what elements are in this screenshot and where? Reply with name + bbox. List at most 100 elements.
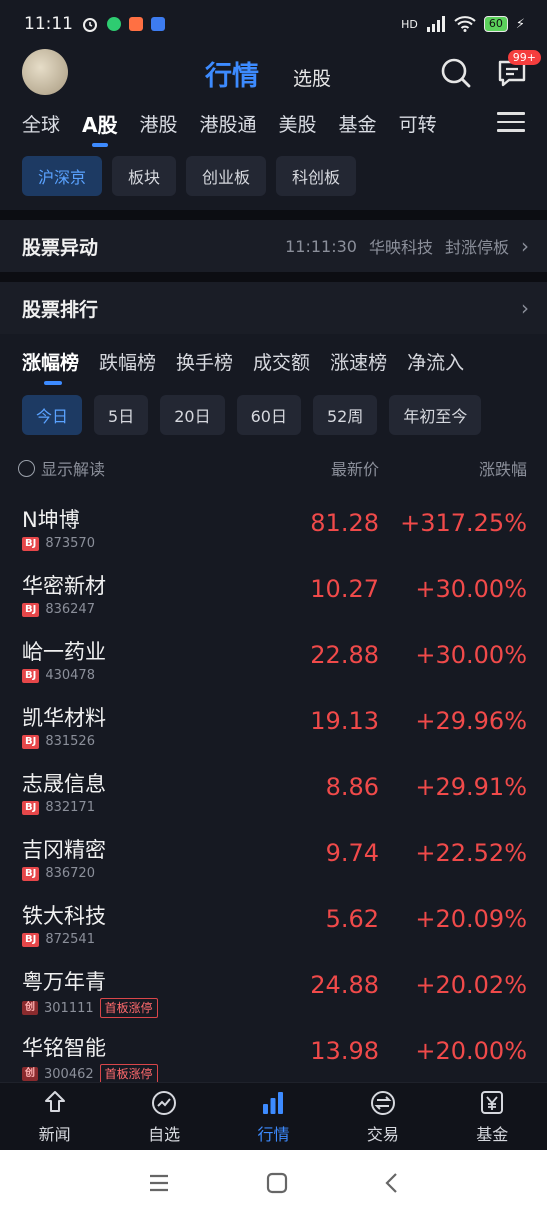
nav-watchlist-label: 自选 bbox=[148, 1124, 181, 1144]
show-interpretation-label[interactable]: 显示解读 bbox=[41, 456, 105, 480]
table-row[interactable]: 志晟信息 BJ 832171 8.86 +29.91% bbox=[0, 758, 547, 824]
stock-change: +29.91% bbox=[415, 773, 527, 801]
stock-change: +317.25% bbox=[400, 509, 527, 537]
stock-name: 华铭智能 bbox=[22, 1036, 106, 1060]
status-right: HD 60 ⚡ bbox=[401, 16, 525, 32]
nav-watchlist[interactable]: 自选 bbox=[124, 1089, 204, 1145]
table-row[interactable]: N坤博 BJ 873570 81.28 +317.25% bbox=[0, 494, 547, 560]
stock-price: 13.98 bbox=[310, 1037, 379, 1065]
exchange-badge: BJ bbox=[22, 536, 40, 551]
nav-trade[interactable]: 交易 bbox=[343, 1089, 423, 1145]
list-header: 显示解读 最新价 涨跌幅 bbox=[0, 442, 547, 494]
stock-code-line: BJ 873570 bbox=[22, 536, 95, 551]
alarm-icon bbox=[83, 18, 97, 32]
tabs-fade bbox=[447, 98, 487, 148]
stock-ranking-row[interactable]: 股票排行 › bbox=[0, 282, 547, 334]
status-time: 11:11 bbox=[24, 14, 73, 34]
rank-tab-gainers[interactable]: 涨幅榜 bbox=[22, 348, 79, 385]
nav-news-label: 新闻 bbox=[38, 1124, 71, 1144]
exchange-badge: BJ bbox=[22, 932, 40, 947]
column-change-pct[interactable]: 涨跌幅 bbox=[479, 456, 527, 480]
market-tab-global[interactable]: 全球 bbox=[22, 110, 60, 137]
wifi-icon bbox=[454, 16, 476, 32]
exchange-badge: 创 bbox=[22, 1067, 38, 1081]
period-52w[interactable]: 52周 bbox=[312, 395, 378, 435]
stock-code-line: 创 301111 首板涨停 bbox=[22, 998, 158, 1018]
table-row[interactable]: 粤万年青 创 301111 首板涨停 24.88 +20.02% bbox=[0, 956, 547, 1022]
table-row[interactable]: 铁大科技 BJ 872541 5.62 +20.09% bbox=[0, 890, 547, 956]
table-row[interactable]: 华密新材 BJ 836247 10.27 +30.00% bbox=[0, 560, 547, 626]
message-badge: 99+ bbox=[507, 50, 541, 65]
period-60d[interactable]: 60日 bbox=[236, 395, 301, 435]
avatar[interactable] bbox=[22, 49, 68, 95]
market-tab-us[interactable]: 美股 bbox=[279, 110, 317, 137]
stock-code-line: BJ 836247 bbox=[22, 602, 95, 617]
search-icon[interactable] bbox=[439, 56, 473, 90]
table-row[interactable]: 华铭智能 创 300462 首板涨停 13.98 +20.00% bbox=[0, 1022, 547, 1088]
market-tab-hk[interactable]: 港股 bbox=[140, 110, 178, 137]
stock-name: 铁大科技 bbox=[22, 904, 106, 928]
sub-tab-sector[interactable]: 板块 bbox=[112, 156, 177, 196]
limit-up-tag: 首板涨停 bbox=[99, 998, 158, 1018]
period-ytd[interactable]: 年初至今 bbox=[389, 395, 482, 435]
sub-tab-star[interactable]: 科创板 bbox=[276, 156, 357, 196]
period-today[interactable]: 今日 bbox=[22, 395, 83, 435]
anomaly-stock: 华映科技 bbox=[368, 238, 433, 257]
trend-icon bbox=[152, 1090, 177, 1115]
stock-code: 301111 bbox=[44, 1000, 94, 1016]
shield-app-icon bbox=[107, 17, 121, 31]
stock-name: 志晟信息 bbox=[22, 772, 106, 796]
nav-market-label: 行情 bbox=[257, 1124, 290, 1144]
rank-tabs: 涨幅榜 跌幅榜 换手榜 成交额 涨速榜 净流入 bbox=[0, 334, 547, 388]
market-tab-a-share[interactable]: A股 bbox=[82, 109, 118, 147]
back-nav-icon[interactable] bbox=[384, 1172, 400, 1194]
home-nav-icon[interactable] bbox=[266, 1172, 288, 1194]
period-20d[interactable]: 20日 bbox=[160, 395, 225, 435]
column-latest-price[interactable]: 最新价 bbox=[331, 456, 379, 480]
table-row[interactable]: 凯华材料 BJ 831526 19.13 +29.96% bbox=[0, 692, 547, 758]
yuan-icon bbox=[481, 1090, 504, 1114]
menu-nav-icon[interactable] bbox=[148, 1173, 170, 1193]
stock-name: 华密新材 bbox=[22, 574, 106, 598]
stock-code: 836247 bbox=[45, 602, 95, 617]
tab-stock-picker[interactable]: 选股 bbox=[293, 64, 331, 91]
stock-name: N坤博 bbox=[22, 508, 80, 532]
rank-tab-inflow[interactable]: 净流入 bbox=[407, 348, 464, 375]
nav-news[interactable]: 新闻 bbox=[15, 1089, 95, 1145]
battery-level: 60 bbox=[483, 16, 508, 32]
rank-tab-volume[interactable]: 成交额 bbox=[253, 348, 310, 375]
stock-code-line: BJ 872541 bbox=[22, 932, 95, 947]
stock-change: +30.00% bbox=[415, 575, 527, 603]
table-row[interactable]: 吉冈精密 BJ 836720 9.74 +22.52% bbox=[0, 824, 547, 890]
system-nav-bar bbox=[0, 1150, 547, 1216]
news-icon bbox=[44, 1090, 65, 1112]
sub-tab-sh-sz-bj[interactable]: 沪深京 bbox=[22, 156, 103, 196]
top-tabs: 行情 选股 bbox=[205, 54, 331, 93]
rank-tab-speed[interactable]: 涨速榜 bbox=[330, 348, 387, 375]
stock-code: 832171 bbox=[45, 800, 95, 815]
menu-icon[interactable] bbox=[497, 112, 525, 134]
market-tab-convertible[interactable]: 可转 bbox=[399, 110, 437, 137]
period-5d[interactable]: 5日 bbox=[94, 395, 149, 435]
stock-price: 19.13 bbox=[310, 707, 379, 735]
stock-anomaly-row[interactable]: 股票异动 11:11:30 华映科技 封涨停板 › bbox=[0, 220, 547, 272]
message-button[interactable]: 99+ bbox=[495, 50, 541, 90]
table-row[interactable]: 峆一药业 BJ 430478 22.88 +30.00% bbox=[0, 626, 547, 692]
tab-market[interactable]: 行情 bbox=[205, 54, 259, 93]
nav-fund[interactable]: 基金 bbox=[452, 1089, 532, 1145]
period-tabs: 今日 5日 20日 60日 52周 年初至今 bbox=[0, 388, 547, 442]
top-bar: 行情 选股 99+ bbox=[0, 48, 547, 98]
sub-tab-chinext[interactable]: 创业板 bbox=[186, 156, 267, 196]
divider bbox=[0, 210, 547, 220]
market-tab-fund[interactable]: 基金 bbox=[339, 110, 377, 137]
rank-tab-turnover[interactable]: 换手榜 bbox=[176, 348, 233, 375]
anomaly-title: 股票异动 bbox=[22, 236, 99, 259]
market-tabs: 全球 A股 港股 港股通 美股 基金 可转 bbox=[0, 98, 547, 148]
show-interpretation-radio[interactable] bbox=[18, 459, 35, 477]
rank-tab-losers[interactable]: 跌幅榜 bbox=[99, 348, 156, 375]
stock-code: 831526 bbox=[45, 734, 95, 749]
nav-market[interactable]: 行情 bbox=[233, 1089, 313, 1145]
top-icons: 99+ bbox=[439, 50, 541, 90]
stock-price: 5.62 bbox=[325, 905, 379, 933]
market-tab-hk-connect[interactable]: 港股通 bbox=[200, 110, 257, 137]
